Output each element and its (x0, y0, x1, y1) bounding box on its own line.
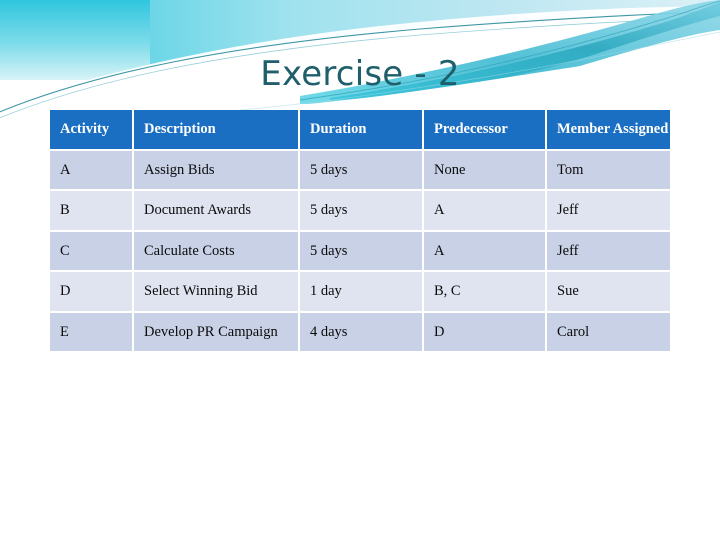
table-row: D Select Winning Bid 1 day B, C Sue (50, 272, 670, 311)
table-row: B Document Awards 5 days A Jeff (50, 191, 670, 230)
cell-activity: C (50, 231, 132, 271)
column-header-duration: Duration (300, 110, 422, 149)
cell-activity: A (50, 150, 132, 190)
cell-member: Jeff (547, 231, 670, 271)
column-header-activity: Activity (50, 110, 132, 149)
cell-activity: D (50, 272, 132, 311)
cell-member: Sue (547, 272, 670, 311)
cell-description: Select Winning Bid (134, 272, 298, 311)
cell-description: Assign Bids (134, 150, 298, 190)
column-header-member-assigned: Member Assigned (547, 110, 670, 149)
cell-member: Carol (547, 312, 670, 352)
cell-predecessor: D (424, 312, 545, 352)
table-row: E Develop PR Campaign 4 days D Carol (50, 312, 670, 352)
table-row: C Calculate Costs 5 days A Jeff (50, 231, 670, 271)
cell-member: Jeff (547, 191, 670, 230)
cell-member: Tom (547, 150, 670, 190)
cell-predecessor: None (424, 150, 545, 190)
cell-duration: 5 days (300, 191, 422, 230)
cell-predecessor: A (424, 231, 545, 271)
page-title: Exercise - 2 (260, 54, 460, 94)
cell-predecessor: A (424, 191, 545, 230)
cell-description: Develop PR Campaign (134, 312, 298, 352)
cell-duration: 1 day (300, 272, 422, 311)
cell-activity: E (50, 312, 132, 352)
cell-description: Calculate Costs (134, 231, 298, 271)
cell-predecessor: B, C (424, 272, 545, 311)
column-header-description: Description (134, 110, 298, 149)
activity-table: Activity Description Duration Predecesso… (48, 108, 672, 353)
cell-duration: 5 days (300, 150, 422, 190)
column-header-predecessor: Predecessor (424, 110, 545, 149)
slide-canvas: Exercise - 2 Activity Description Durati… (0, 0, 720, 540)
cell-activity: B (50, 191, 132, 230)
table-row: A Assign Bids 5 days None Tom (50, 150, 670, 190)
cell-description: Document Awards (134, 191, 298, 230)
cell-duration: 5 days (300, 231, 422, 271)
cell-duration: 4 days (300, 312, 422, 352)
table-header-row: Activity Description Duration Predecesso… (50, 110, 670, 149)
